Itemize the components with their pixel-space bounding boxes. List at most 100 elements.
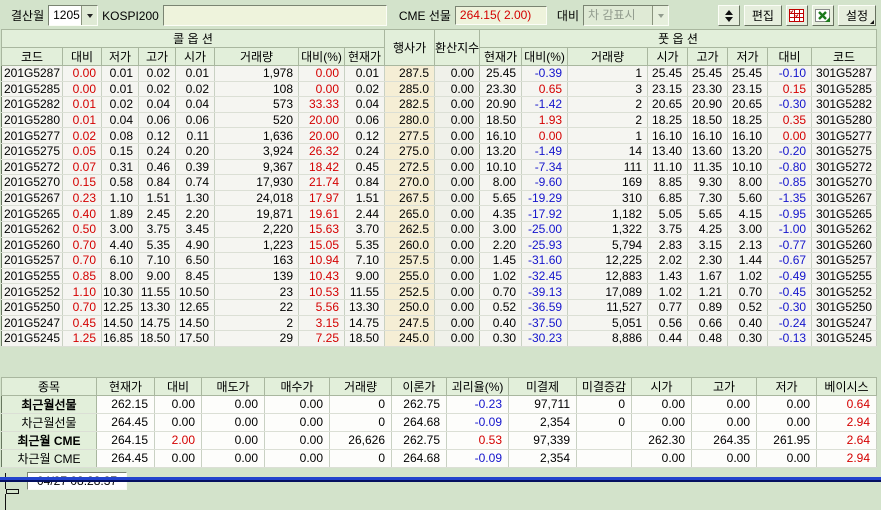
sum-price: 262.15 xyxy=(96,395,155,414)
option-row[interactable]: 201G5285 0.00 0.01 0.02 0.02 108 0.00 0.02 285.0… xyxy=(1,81,878,98)
sum-low: 0.00 xyxy=(756,413,817,432)
display-mode-dropdown-button[interactable] xyxy=(652,6,669,25)
strike-price: 247.5 xyxy=(384,315,436,332)
sum-basis: 2.94 xyxy=(816,449,877,468)
call-chg-pct: 26.32 xyxy=(298,143,345,160)
put-code: 301G5272 xyxy=(811,159,878,176)
option-row[interactable]: 201G5272 0.07 0.31 0.46 0.39 9,367 18.42 0.45 27… xyxy=(1,159,878,176)
settings-button[interactable]: 설정 xyxy=(837,5,876,26)
edit-button[interactable]: 편집 xyxy=(743,5,782,26)
call-open: 12.65 xyxy=(175,299,215,316)
option-row[interactable]: 201G5252 1.10 10.30 11.55 10.50 23 10.53 11.55 2… xyxy=(1,283,878,300)
put-open: 0.56 xyxy=(647,315,689,332)
summary-row[interactable]: 최근월선물 262.15 0.00 0.00 0.00 0 262.75 -0.23 97,71… xyxy=(1,395,877,414)
put-high: 16.10 xyxy=(687,127,729,144)
option-row[interactable]: 201G5282 0.01 0.02 0.04 0.04 573 33.33 0.04 282.… xyxy=(1,96,878,113)
put-volume: 1,322 xyxy=(567,221,649,238)
sum-bid: 0.00 xyxy=(264,395,330,414)
kospi200-input[interactable] xyxy=(162,5,387,26)
put-open: 13.40 xyxy=(647,143,689,160)
put-price: 13.20 xyxy=(479,143,523,160)
call-volume: 2,220 xyxy=(214,221,299,238)
option-row[interactable]: 201G5267 0.23 1.10 1.51 1.30 24,018 17.97 1.51 2… xyxy=(1,190,878,207)
call-chg-pct: 19.61 xyxy=(298,205,345,222)
summary-header-row: 종목 현재가 대비 매도가 매수가 거래량 이론가 괴리율(%) 미결제 미결증… xyxy=(1,376,877,396)
call-chg: 0.00 xyxy=(62,65,102,82)
strike-price: 267.5 xyxy=(384,190,436,207)
option-row[interactable]: 201G5270 0.15 0.58 0.84 0.74 17,930 21.74 0.84 2… xyxy=(1,174,878,191)
option-row[interactable]: 201G5257 0.70 6.10 7.10 6.50 163 10.94 7.10 257.… xyxy=(1,252,878,269)
sum-theoretical: 264.68 xyxy=(391,449,447,468)
call-open: 0.01 xyxy=(175,65,215,82)
put-high: 13.60 xyxy=(687,143,729,160)
put-chg-pct: -1.49 xyxy=(521,143,569,160)
put-volume: 14 xyxy=(567,143,649,160)
call-low: 1.10 xyxy=(101,190,139,207)
option-row[interactable]: 201G5260 0.70 4.40 5.35 4.90 1,223 15.05 5.35 26… xyxy=(1,237,878,254)
chevron-down-icon xyxy=(86,13,93,18)
put-high: 1.21 xyxy=(687,283,729,300)
call-chg: 0.02 xyxy=(62,127,102,144)
put-chg-pct: -25.00 xyxy=(521,221,569,238)
col-call-low: 저가 xyxy=(101,47,139,66)
option-row[interactable]: 201G5247 0.45 14.50 14.75 14.50 2 3.15 14.75 247… xyxy=(1,315,878,332)
option-row[interactable]: 201G5250 0.70 12.25 13.30 12.65 22 5.56 13.30 25… xyxy=(1,299,878,316)
excel-export-button[interactable] xyxy=(811,5,834,26)
put-volume: 17,089 xyxy=(567,283,649,300)
toolbar-buttons: 편집 설정 xyxy=(717,5,876,26)
put-low: 8.00 xyxy=(727,174,769,191)
display-mode-select[interactable]: 차 감표시 xyxy=(583,5,670,26)
put-price: 0.70 xyxy=(479,283,523,300)
sum-high: 0.00 xyxy=(691,449,757,468)
put-high: 5.65 xyxy=(687,205,729,222)
option-row[interactable]: 201G5280 0.01 0.04 0.06 0.06 520 20.00 0.06 280.… xyxy=(1,112,878,129)
put-open: 2.83 xyxy=(647,237,689,254)
settlement-dropdown-button[interactable] xyxy=(81,6,98,25)
put-chg-pct: -7.34 xyxy=(521,159,569,176)
option-row[interactable]: 201G5245 1.25 16.85 18.50 17.50 29 7.25 18.50 24… xyxy=(1,330,878,347)
option-row[interactable]: 201G5265 0.40 1.89 2.45 2.20 19,871 19.61 2.44 2… xyxy=(1,205,878,222)
call-volume: 24,018 xyxy=(214,190,299,207)
put-chg: -0.49 xyxy=(767,268,813,285)
call-code: 201G5275 xyxy=(1,143,63,160)
put-open: 5.05 xyxy=(647,205,689,222)
summary-row[interactable]: 차근월선물 264.45 0.00 0.00 0.00 0 264.68 -0.09 2,354… xyxy=(1,413,877,432)
put-high: 1.67 xyxy=(687,268,729,285)
option-row[interactable]: 201G5287 0.00 0.01 0.02 0.01 1,978 0.00 0.01 287… xyxy=(1,65,878,82)
converted-index: 0.00 xyxy=(434,112,481,129)
strike-price: 260.0 xyxy=(384,237,436,254)
call-price: 7.10 xyxy=(344,252,386,269)
call-code: 201G5245 xyxy=(1,330,63,347)
option-row[interactable]: 201G5277 0.02 0.08 0.12 0.11 1,636 20.00 0.12 27… xyxy=(1,127,878,144)
put-code: 301G5277 xyxy=(811,127,878,144)
fit-rows-button[interactable] xyxy=(717,5,740,26)
put-high: 9.30 xyxy=(687,174,729,191)
call-chg: 0.07 xyxy=(62,159,102,176)
call-chg: 0.15 xyxy=(62,174,102,191)
call-chg-pct: 20.00 xyxy=(298,127,345,144)
put-volume: 1 xyxy=(567,65,649,82)
chart-grid-button[interactable] xyxy=(785,5,808,26)
sum-low: 0.00 xyxy=(756,449,817,468)
sum-chg: 0.00 xyxy=(154,413,202,432)
put-volume: 1,182 xyxy=(567,205,649,222)
put-code: 301G5252 xyxy=(811,283,878,300)
sum-price: 264.45 xyxy=(96,413,155,432)
summary-row[interactable]: 차근월 CME 264.45 0.00 0.00 0.00 0 264.68 -0.09 2,3… xyxy=(1,449,877,468)
put-chg: -0.30 xyxy=(767,96,813,113)
settlement-month-select[interactable]: 1205 xyxy=(48,5,99,26)
call-code: 201G5257 xyxy=(1,252,63,269)
put-code: 301G5250 xyxy=(811,299,878,316)
put-chg-pct: -9.60 xyxy=(521,174,569,191)
option-row[interactable]: 201G5255 0.85 8.00 9.00 8.45 139 10.43 9.00 255.… xyxy=(1,268,878,285)
option-row[interactable]: 201G5262 0.50 3.00 3.75 3.45 2,220 15.63 3.70 26… xyxy=(1,221,878,238)
call-low: 8.00 xyxy=(101,268,139,285)
sum-oi-change xyxy=(576,431,632,450)
put-high: 20.90 xyxy=(687,96,729,113)
put-price: 3.00 xyxy=(479,221,523,238)
group-header-row: 콜 옵 션 행사가 환산지수 풋 옵 션 xyxy=(0,29,878,66)
put-price: 0.52 xyxy=(479,299,523,316)
summary-row[interactable]: 최근월 CME 264.15 2.00 0.00 0.00 26,626 262.75 0.5… xyxy=(1,431,877,450)
option-row[interactable]: 201G5275 0.05 0.15 0.24 0.20 3,924 26.32 0.24 27… xyxy=(1,143,878,160)
put-chg: -0.20 xyxy=(767,143,813,160)
